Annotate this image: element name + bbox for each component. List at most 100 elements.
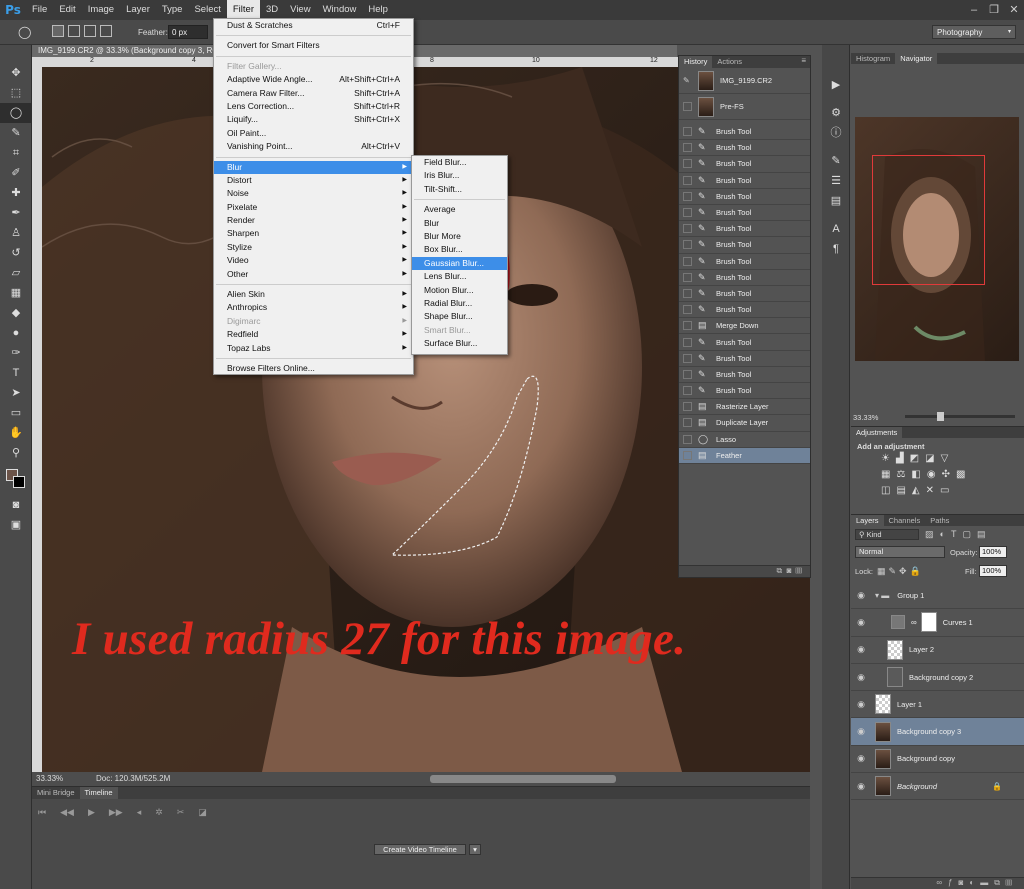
move-tool-icon[interactable]: ✥ — [0, 63, 32, 83]
filter-menu-item-render[interactable]: Render ▶ — [214, 214, 413, 227]
brush-tool-icon[interactable]: ✒ — [0, 203, 32, 223]
new-document-icon[interactable]: ⧉ — [776, 566, 782, 575]
tab-actions[interactable]: Actions — [712, 56, 747, 68]
tool-presets-icon[interactable]: ▤ — [822, 191, 850, 211]
lasso-tool-icon[interactable]: ◯ — [0, 103, 32, 123]
play-actions-icon[interactable]: ▶ — [822, 75, 850, 95]
history-checkbox[interactable] — [683, 337, 692, 347]
history-state[interactable]: ◯ Lasso — [679, 432, 810, 448]
pen-tool-icon[interactable]: ✑ — [0, 343, 32, 363]
history-checkbox[interactable] — [683, 208, 692, 218]
filter-menu-item-topaz-labs[interactable]: Topaz Labs ▶ — [214, 342, 413, 355]
history-state[interactable]: ✎ Brush Tool — [679, 205, 810, 222]
filter-menu-item-vanishing-point[interactable]: Vanishing Point... Alt+Ctrl+V — [214, 140, 413, 153]
paragraph-icon[interactable]: ¶ — [822, 239, 850, 259]
history-checkbox[interactable] — [683, 402, 692, 412]
folder-icon[interactable]: ▬ — [980, 878, 994, 887]
new-selection-icon[interactable] — [52, 25, 64, 37]
folder-icon[interactable]: ▾ ▬ — [875, 591, 889, 600]
tab-navigator[interactable]: Navigator — [895, 53, 938, 65]
brightness-icon[interactable]: ☀ — [881, 453, 890, 469]
settings-icon[interactable]: ✲ — [155, 807, 163, 818]
selective-color-icon[interactable]: ✕ — [926, 485, 934, 501]
menu-layer[interactable]: Layer — [120, 0, 156, 20]
adjustment-filter-icon[interactable]: ◐ — [940, 529, 945, 540]
shape-filter-icon[interactable]: ▢ — [962, 529, 971, 540]
history-checkbox[interactable] — [683, 143, 692, 153]
blur-menu-item-lens-blur[interactable]: Lens Blur... — [412, 270, 507, 283]
fill-input[interactable]: 100% — [979, 565, 1007, 577]
pixel-filter-icon[interactable]: ▨ — [925, 529, 934, 540]
color-balance-icon[interactable]: ⚖ — [896, 469, 905, 485]
photo-filter-icon[interactable]: ◉ — [927, 469, 936, 485]
filter-menu-item-convert-for-smart-filters[interactable]: Convert for Smart Filters — [214, 39, 413, 52]
menu-window[interactable]: Window — [317, 0, 363, 20]
brush-presets-icon[interactable]: ⚙ — [822, 103, 850, 123]
split-icon[interactable]: ✂ — [177, 807, 185, 818]
layer-row[interactable]: ◉ Layer 2 — [851, 637, 1024, 664]
blur-menu-item-blur-more[interactable]: Blur More — [412, 230, 507, 243]
lasso-tool-preset-icon[interactable]: ◯ — [18, 25, 34, 39]
tab-adjustments[interactable]: Adjustments — [851, 427, 903, 439]
channel-mixer-icon[interactable]: ✣ — [942, 469, 950, 485]
eye-icon[interactable]: ◉ — [851, 590, 871, 601]
opacity-input[interactable]: 100% — [979, 546, 1007, 558]
info-icon[interactable]: ⓘ — [822, 123, 850, 143]
navigator-thumbnail[interactable] — [855, 117, 1019, 361]
history-state[interactable]: ▤ Duplicate Layer — [679, 415, 810, 432]
layer-row[interactable]: ◉ Background 🔒 — [851, 773, 1024, 801]
clone-stamp-tool-icon[interactable]: ♙ — [0, 223, 32, 243]
filter-menu-item-alien-skin[interactable]: Alien Skin ▶ — [214, 288, 413, 301]
curves-icon[interactable]: ◩ — [910, 453, 919, 469]
eye-icon[interactable]: ◉ — [851, 617, 871, 628]
threshold-icon[interactable]: ◭ — [912, 485, 920, 501]
history-checkbox[interactable] — [683, 159, 692, 169]
blur-tool-icon[interactable]: ◆ — [0, 303, 32, 323]
filter-menu-item-liquify[interactable]: Liquify... Shift+Ctrl+X — [214, 113, 413, 126]
new-layer-icon[interactable]: ⧉ — [994, 878, 1006, 887]
history-state[interactable]: ✎ Brush Tool — [679, 221, 810, 238]
tab-histogram[interactable]: Histogram — [851, 53, 895, 65]
filter-menu-item-noise[interactable]: Noise ▶ — [214, 187, 413, 200]
filter-menu-item-dust-scratches[interactable]: Dust & Scratches Ctrl+F — [214, 19, 413, 32]
camera-icon[interactable]: ◙ — [787, 566, 792, 575]
exposure-icon[interactable]: ◪ — [925, 453, 934, 469]
history-checkbox[interactable] — [683, 288, 692, 298]
eye-icon[interactable]: ◉ — [851, 781, 871, 792]
blur-menu-item-gaussian-blur[interactable]: Gaussian Blur... — [412, 256, 507, 271]
history-state[interactable]: ✎ Brush Tool — [679, 173, 810, 189]
navigator-view-box[interactable] — [872, 155, 985, 285]
history-checkbox[interactable] — [683, 256, 692, 266]
first-frame-icon[interactable]: ⏮ — [38, 807, 46, 818]
tab-timeline[interactable]: Timeline — [79, 787, 118, 799]
filter-menu-item-video[interactable]: Video ▶ — [214, 254, 413, 267]
layer-row[interactable]: ◉ ▾ ▬ Group 1 — [851, 582, 1024, 610]
history-checkbox[interactable] — [683, 305, 692, 315]
path-select-tool-icon[interactable]: ➤ — [0, 383, 32, 403]
history-checkbox[interactable] — [683, 127, 692, 137]
crop-tool-icon[interactable]: ⌗ — [0, 143, 32, 163]
mask-icon[interactable]: ◙ — [959, 878, 970, 887]
blur-menu-item-blur[interactable]: Blur — [412, 217, 507, 230]
gradient-tool-icon[interactable]: ▦ — [0, 283, 32, 303]
blur-menu-item-shape-blur[interactable]: Shape Blur... — [412, 310, 507, 323]
layer-row[interactable]: ◉ Layer 1 — [851, 691, 1024, 719]
fx-icon[interactable]: ƒ — [948, 878, 958, 887]
history-state[interactable]: ▤ Feather — [679, 447, 810, 464]
filter-menu-item-adaptive-wide-angle[interactable]: Adaptive Wide Angle... Alt+Shift+Ctrl+A — [214, 73, 413, 86]
screen-mode-icon[interactable]: ▣ — [0, 515, 32, 535]
create-video-timeline-button[interactable]: Create Video Timeline — [374, 844, 466, 855]
dodge-tool-icon[interactable]: ● — [0, 323, 32, 343]
prev-frame-icon[interactable]: ◀◀ — [60, 807, 74, 818]
add-selection-icon[interactable] — [68, 25, 80, 37]
layer-row[interactable]: ◉ ∞ Curves 1 — [851, 609, 1024, 637]
smart-filter-icon[interactable]: ▤ — [977, 529, 986, 540]
filter-menu-item-redfield[interactable]: Redfield ▶ — [214, 328, 413, 341]
marquee-tool-icon[interactable]: ⬚ — [0, 83, 32, 103]
filter-menu-item-pixelate[interactable]: Pixelate ▶ — [214, 201, 413, 214]
zoom-slider[interactable] — [905, 412, 1015, 421]
filter-menu-item-camera-raw-filter[interactable]: Camera Raw Filter... Shift+Ctrl+A — [214, 87, 413, 100]
eye-icon[interactable]: ◉ — [851, 644, 871, 655]
filter-menu-item-other[interactable]: Other ▶ — [214, 268, 413, 281]
layer-row[interactable]: ◉ Background copy — [851, 746, 1024, 774]
